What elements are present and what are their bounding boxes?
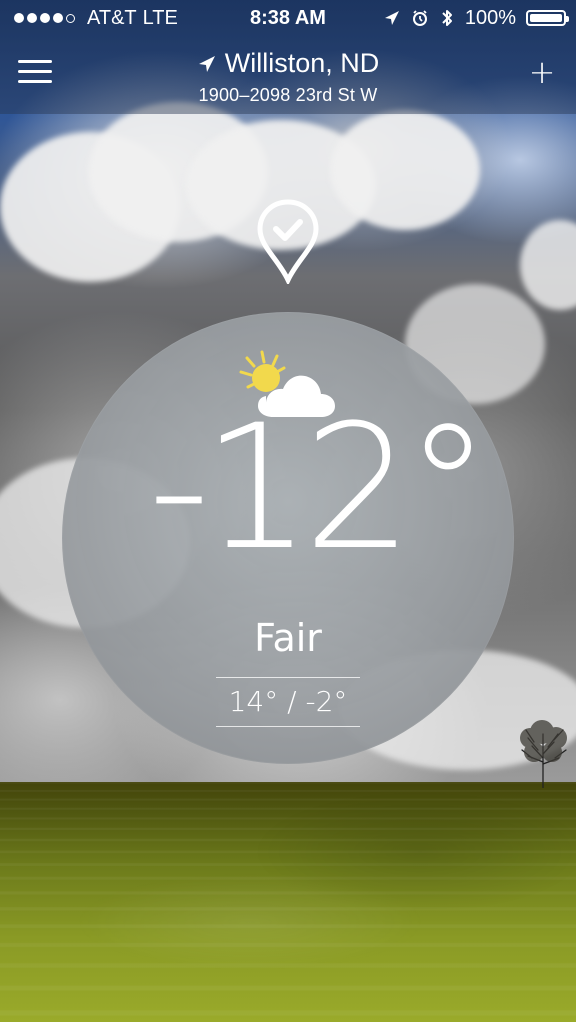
location-header[interactable]: Williston, ND 1900–2098 23rd St W: [0, 48, 576, 106]
city-name: Williston, ND: [224, 48, 380, 78]
tree-icon: [520, 720, 567, 788]
alarm-clock-icon: [412, 10, 427, 26]
weather-summary-circle: -12° Fair 14° / -2°: [62, 312, 514, 764]
plus-icon: +: [528, 53, 556, 91]
location-name-row: Williston, ND: [197, 48, 380, 79]
add-location-button[interactable]: +: [528, 56, 556, 88]
bluetooth-icon: [442, 10, 452, 26]
location-arrow-icon: [198, 55, 215, 72]
battery-icon: [526, 10, 569, 26]
battery-percent: 100%: [464, 7, 516, 29]
weather-condition: Fair: [254, 616, 322, 660]
status-right: 100%: [383, 0, 569, 36]
address-label: 1900–2098 23rd St W: [198, 85, 378, 105]
green-field-background: [0, 782, 576, 1022]
status-bar: AT&T LTE 8:38 AM 100%: [0, 0, 576, 36]
high-low-temperature: 14° / -2°: [216, 677, 360, 727]
weather-screen: AT&T LTE 8:38 AM 100% Williston, ND 1900…: [0, 0, 576, 1022]
cloud-shape: [330, 110, 480, 230]
location-pin-check-icon: [257, 199, 319, 284]
current-temperature: -12°: [148, 387, 491, 588]
location-arrow-icon: [384, 11, 399, 25]
